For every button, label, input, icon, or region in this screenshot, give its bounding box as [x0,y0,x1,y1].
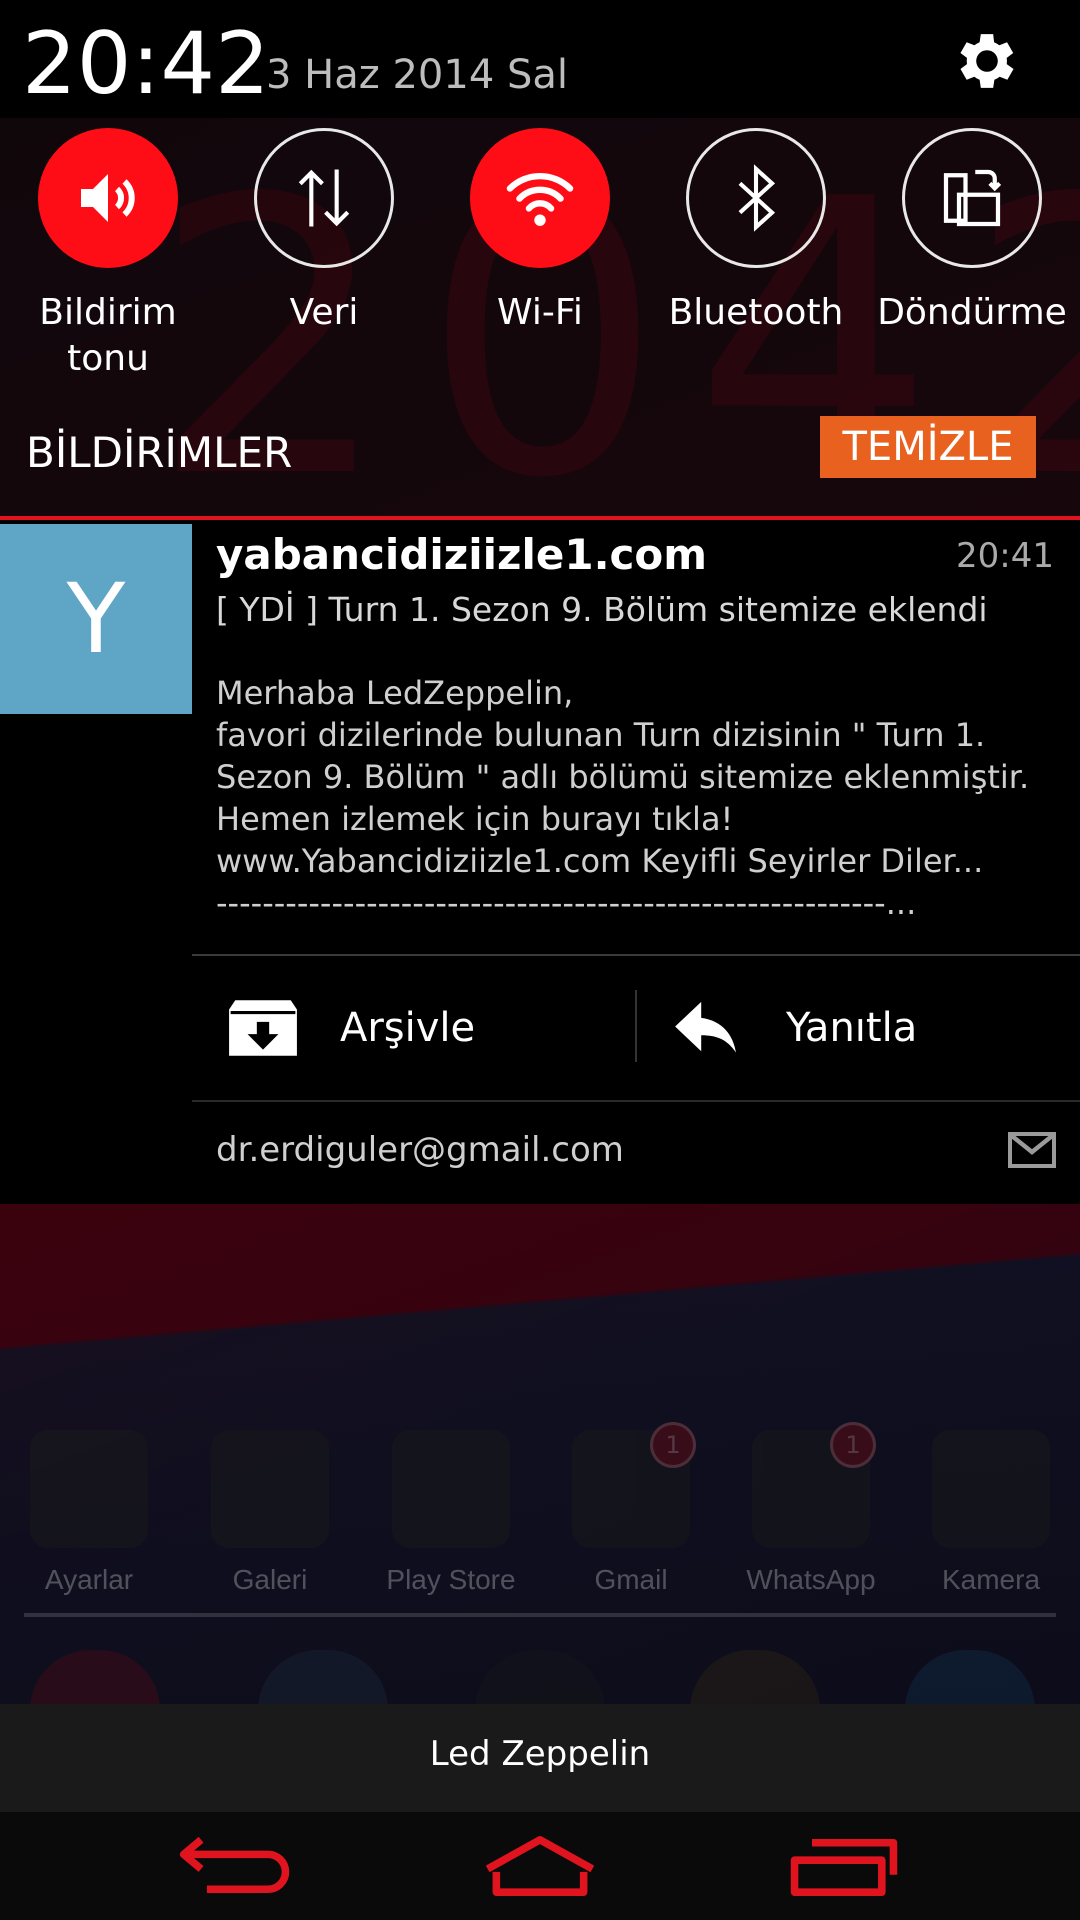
email-body: Merhaba LedZeppelin, favori dizilerinde … [216,672,1046,924]
email-body-line: ----------------------------------------… [216,884,917,922]
qs-notification-sound[interactable]: Bildirim tonu [0,128,216,382]
gallery-app-icon [211,1430,329,1548]
dock-label: Galeri [232,1564,308,1595]
settings-app-icon [30,1430,148,1548]
gmail-icon [1008,1132,1056,1168]
speaker-icon [81,174,135,222]
email-body-line: www.Yabancidiziizle1.com Keyifli Seyirle… [216,842,984,880]
reply-button[interactable]: Yanıtla [672,956,1052,1100]
dock-label: Kamera [941,1564,1041,1595]
dock-app-whatsapp[interactable]: 1 WhatsApp [736,1422,886,1596]
dock-app-settings[interactable]: Ayarlar [14,1430,164,1596]
wifi-icon [506,173,574,226]
now-playing: Led Zeppelin [429,1734,651,1774]
divider [635,990,637,1062]
clock-time: 20:42 [22,14,270,114]
divider [192,1100,1080,1102]
reply-icon [675,1001,736,1053]
qs-label: Wi-Fi [497,292,583,333]
unread-badge: 1 [650,1422,696,1468]
clear-all-button[interactable]: TEMİZLE [820,416,1036,478]
home-icon[interactable] [480,1834,600,1898]
whatsapp-app-icon: 1 [752,1422,876,1548]
dock-app-camera[interactable]: Kamera [916,1430,1066,1596]
qs-toggle[interactable] [38,128,178,268]
gmail-app-icon: 1 [572,1422,696,1548]
email-subject: [ YDİ ] Turn 1. Sezon 9. Bölüm sitemize … [216,590,988,629]
qs-wifi[interactable]: Wi-Fi [432,128,648,336]
archive-label: Arşivle [340,1005,476,1051]
email-body-line: Merhaba LedZeppelin, [216,674,574,712]
home-dock: Ayarlar Galeri Play Store 1 Gmail 1 What… [0,1422,1080,1610]
recent-apps-icon[interactable] [784,1834,904,1898]
email-notification[interactable]: Y yabancidiziizle1.com 20:41 [ YDİ ] Tur… [0,520,1080,1204]
qs-rotation[interactable]: Döndürme [864,128,1080,336]
clock-date: 3 Haz 2014 Sal [266,52,568,98]
qs-toggle[interactable] [686,128,826,268]
notifications-title: BİLDİRİMLER [26,428,293,477]
qs-toggle[interactable] [470,128,610,268]
dock-label: Play Store [386,1564,516,1595]
camera-app-icon [932,1430,1050,1548]
email-body-line: Sezon 9. Bölüm " adlı bölümü sitemize ek… [216,758,1030,796]
email-time: 20:41 [956,536,1054,576]
unread-badge: 1 [830,1422,876,1468]
gear-icon[interactable] [950,24,1024,98]
email-sender: yabancidiziizle1.com [216,530,708,579]
qs-label: Veri [289,292,359,333]
dock-label: WhatsApp [746,1564,876,1595]
rotate-icon [943,169,1002,227]
sender-avatar: Y [0,524,192,714]
quick-settings-panel: Bildirim tonu Veri Wi-Fi Bluetooth Döndü… [0,118,1080,414]
dock-app-gmail[interactable]: 1 Gmail [556,1422,706,1596]
back-icon[interactable] [176,1834,296,1898]
qs-label: Döndürme [877,292,1067,333]
navigation-bar [0,1812,1080,1920]
qs-data[interactable]: Veri [216,128,432,336]
status-header: 20:42 3 Haz 2014 Sal [0,0,1080,118]
dock-app-play-store[interactable]: Play Store [376,1430,526,1596]
qs-toggle[interactable] [902,128,1042,268]
archive-button[interactable]: Arşivle [226,956,626,1100]
reply-label: Yanıtla [786,1005,918,1051]
dock-divider [24,1613,1056,1617]
qs-label: Bildirim tonu [39,292,177,379]
qs-label: Bluetooth [668,292,844,333]
bluetooth-icon [738,164,776,232]
archive-icon [229,1000,297,1056]
play-store-app-icon [392,1430,510,1548]
qs-toggle[interactable] [254,128,394,268]
dock-label: Ayarlar [44,1564,134,1595]
email-body-line: Hemen izlemek için burayı tıkla! [216,800,734,838]
dock-app-gallery[interactable]: Galeri [195,1430,345,1596]
qs-bluetooth[interactable]: Bluetooth [648,128,864,336]
data-arrows-icon [298,169,350,227]
dock-label: Gmail [594,1564,668,1595]
email-account: dr.erdiguler@gmail.com [216,1130,624,1170]
email-body-line: favori dizilerinde bulunan Turn dizisini… [216,716,986,754]
music-player-bar[interactable]: Led Zeppelin [0,1704,1080,1812]
